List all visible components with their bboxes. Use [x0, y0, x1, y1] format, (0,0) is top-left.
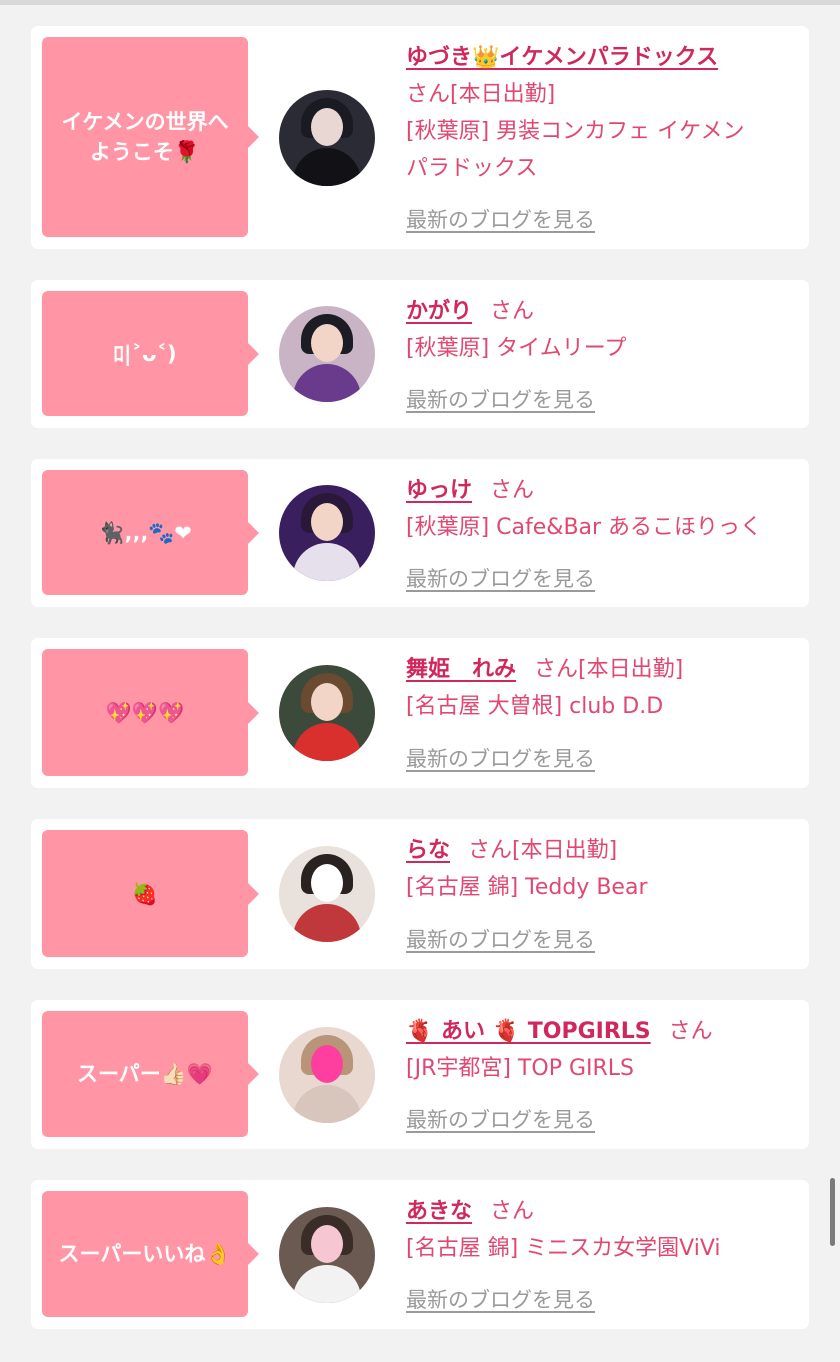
list-item: イケメンの世界へ ようこそ🌹 ゆづき👑イケメンパラドックス さん[本日出勤] […: [31, 26, 809, 249]
cast-name-link[interactable]: あきな: [406, 1199, 472, 1224]
avatar[interactable]: [279, 1027, 375, 1123]
shop-label: [JR宇都宮] TOP GIRLS: [406, 1056, 634, 1081]
cast-name-link[interactable]: 🫀 あい 🫀 TOPGIRLS: [406, 1019, 651, 1044]
avatar[interactable]: [279, 306, 375, 402]
latest-blog-link[interactable]: 最新のブログを見る: [406, 924, 595, 954]
comment-bubble: 🍓: [42, 830, 259, 957]
avatar[interactable]: [279, 1207, 375, 1303]
shop-label: [秋葉原] Cafe&Bar あるこほりっく: [406, 515, 763, 540]
top-divider: [0, 0, 840, 5]
cast-name-link[interactable]: ゆっけ: [406, 478, 472, 503]
blog-feed: イケメンの世界へ ようこそ🌹 ゆづき👑イケメンパラドックス さん[本日出勤] […: [31, 26, 809, 1360]
latest-blog-link[interactable]: 最新のブログを見る: [406, 204, 595, 234]
shop-label: [名古屋 大曽根] club D.D: [406, 694, 664, 719]
name-line: らな さん[本日出勤]: [406, 832, 801, 869]
list-item: スーパー👍🏻💗 🫀 あい 🫀 TOPGIRLS さん [JR宇都宮] TOP GI…: [31, 1000, 809, 1149]
latest-blog-link[interactable]: 最新のブログを見る: [406, 1104, 595, 1134]
honorific-status: さん[本日出勤]: [406, 82, 556, 107]
comment-bubble: スーパーいいね👌: [42, 1191, 259, 1317]
latest-blog-link[interactable]: 最新のブログを見る: [406, 743, 595, 773]
list-item: 🐈‍⬛‚‚‚🐾❤ ゆっけ さん [秋葉原] Cafe&Bar あるこほりっく 最新…: [31, 459, 809, 607]
avatar[interactable]: [279, 90, 375, 186]
comment-bubble: 💖💖💖: [42, 649, 259, 776]
list-item: ﾛ|˃ᴗ˂) かがり さん [秋葉原] タイムリープ 最新のブログを見る: [31, 280, 809, 428]
name-line: 舞姫 れみ さん[本日出勤]: [406, 651, 801, 688]
honorific-status: さん: [490, 1199, 535, 1224]
avatar[interactable]: [279, 485, 375, 581]
comment-bubble: スーパー👍🏻💗: [42, 1011, 259, 1137]
shop-label: [秋葉原] 男装コンカフェ イケメン パラドックス: [406, 119, 745, 181]
comment-bubble: ﾛ|˃ᴗ˂): [42, 291, 259, 416]
name-line: あきな さん: [406, 1193, 801, 1230]
honorific-status: さん: [490, 299, 535, 324]
cast-name-link[interactable]: 舞姫 れみ: [406, 657, 516, 682]
name-line: 🫀 あい 🫀 TOPGIRLS さん: [406, 1013, 801, 1050]
honorific-status: さん: [668, 1019, 713, 1044]
honorific-status: さん[本日出勤]: [468, 838, 618, 863]
name-line: ゆっけ さん: [406, 472, 801, 509]
shop-label: [秋葉原] タイムリープ: [406, 336, 627, 361]
name-line: ゆづき👑イケメンパラドックス: [406, 39, 801, 76]
comment-bubble: イケメンの世界へ ようこそ🌹: [42, 37, 259, 237]
latest-blog-link[interactable]: 最新のブログを見る: [406, 384, 595, 414]
cast-name-link[interactable]: ゆづき👑イケメンパラドックス: [406, 45, 718, 70]
list-item: スーパーいいね👌 あきな さん [名古屋 錦] ミニスカ女学園ViVi 最新のブロ…: [31, 1180, 809, 1329]
scrollbar-thumb[interactable]: [830, 1178, 835, 1246]
name-line: かがり さん: [406, 293, 801, 330]
shop-label: [名古屋 錦] Teddy Bear: [406, 875, 648, 900]
list-item: 🍓 らな さん[本日出勤] [名古屋 錦] Teddy Bear 最新のブログを見…: [31, 819, 809, 969]
list-item: 💖💖💖 舞姫 れみ さん[本日出勤] [名古屋 大曽根] club D.D 最新の…: [31, 638, 809, 788]
latest-blog-link[interactable]: 最新のブログを見る: [406, 1284, 595, 1314]
shop-label: [名古屋 錦] ミニスカ女学園ViVi: [406, 1236, 721, 1261]
honorific-status: さん: [490, 478, 535, 503]
comment-bubble: 🐈‍⬛‚‚‚🐾❤: [42, 470, 259, 595]
honorific-status: さん[本日出勤]: [534, 657, 684, 682]
cast-name-link[interactable]: らな: [406, 838, 450, 863]
avatar[interactable]: [279, 846, 375, 942]
avatar[interactable]: [279, 665, 375, 761]
latest-blog-link[interactable]: 最新のブログを見る: [406, 563, 595, 593]
cast-name-link[interactable]: かがり: [406, 299, 472, 324]
